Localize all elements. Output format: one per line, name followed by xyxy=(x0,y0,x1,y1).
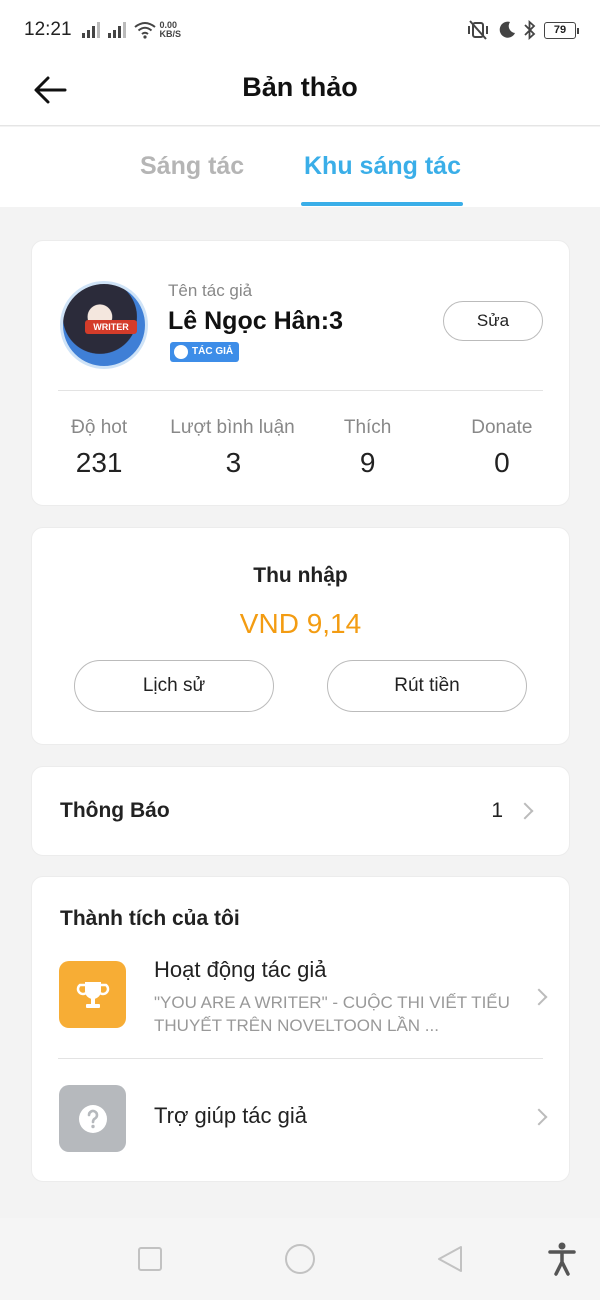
author-help-row[interactable]: Trợ giúp tác giả xyxy=(32,1073,569,1173)
divider xyxy=(58,390,543,391)
income-value: VND 9,14 xyxy=(239,608,362,639)
active-tab-indicator xyxy=(301,202,463,206)
tab-sang-tac[interactable]: Sáng tác xyxy=(140,152,244,181)
system-nav-bar xyxy=(0,1218,600,1300)
stat-value: 3 xyxy=(225,447,242,478)
history-button[interactable]: Lịch sử xyxy=(74,660,274,712)
withdraw-button[interactable]: Rút tiền xyxy=(327,660,527,712)
chevron-right-icon xyxy=(516,802,534,820)
recents-button[interactable] xyxy=(138,1247,162,1271)
avatar[interactable]: WRITER xyxy=(60,281,148,369)
chevron-right-icon xyxy=(530,988,548,1006)
profile-card: WRITER Tên tác giả Lê Ngọc Hân:3 TÁC GIẢ… xyxy=(31,240,570,506)
help-title: Trợ giúp tác giả xyxy=(154,1103,308,1128)
accessibility-icon[interactable] xyxy=(548,1242,576,1276)
net-speed-unit: KB/S xyxy=(159,29,182,39)
divider xyxy=(58,1058,543,1059)
signal-icon xyxy=(81,22,100,38)
signal-icon-2 xyxy=(107,22,126,38)
page-title: Bản thảo xyxy=(242,72,358,102)
achievements-card: Thành tích của tôi Hoạt động tác giả "YO… xyxy=(31,876,570,1182)
stat-label: Lượt bình luận : xyxy=(170,417,301,438)
stat-comments[interactable]: Lượt bình luận : 3 xyxy=(166,417,300,479)
stat-donate[interactable]: Donate 0 xyxy=(435,417,569,479)
net-speed: 0.00 KB/S xyxy=(160,21,182,39)
notice-row[interactable]: Thông Báo 1 xyxy=(31,766,570,856)
stat-value: 9 xyxy=(359,447,376,478)
author-activity-row[interactable]: Hoạt động tác giả "YOU ARE A WRITER" - C… xyxy=(32,947,569,1047)
stat-label: Thích xyxy=(343,417,392,438)
battery-icon: 79 xyxy=(544,21,579,39)
question-icon xyxy=(59,1085,126,1152)
trophy-icon xyxy=(59,961,126,1028)
home-button[interactable] xyxy=(285,1244,315,1274)
author-label: Tên tác giả xyxy=(168,281,253,300)
activity-title: Hoạt động tác giả xyxy=(154,957,327,982)
moon-icon xyxy=(499,21,515,38)
back-triangle-icon[interactable] xyxy=(436,1244,464,1274)
app-header: Bản thảo xyxy=(0,60,600,126)
stat-hot[interactable]: Độ hot 231 xyxy=(32,417,166,479)
tab-bar: Sáng tác Khu sáng tác xyxy=(0,127,600,207)
stats-row: Độ hot 231 Lượt bình luận : 3 Thích 9 Do… xyxy=(32,417,569,479)
avatar-badge: WRITER xyxy=(85,320,137,334)
wifi-icon xyxy=(133,22,156,39)
stat-value: 231 xyxy=(75,447,123,478)
income-title: Thu nhập xyxy=(253,564,348,587)
chevron-right-icon xyxy=(530,1108,548,1126)
author-tag-badge: TÁC GIẢ xyxy=(170,342,240,362)
notice-title: Thông Báo xyxy=(60,799,170,822)
author-name: Lê Ngọc Hân:3 xyxy=(168,307,344,335)
tab-khu-sang-tac[interactable]: Khu sáng tác xyxy=(304,152,461,181)
status-time: 12:21 xyxy=(24,19,72,40)
stat-label: Donate xyxy=(471,417,533,438)
status-bar: 12:21 0.00 KB/S 79 xyxy=(0,0,600,60)
stat-label: Độ hot xyxy=(71,417,128,438)
bluetooth-icon xyxy=(524,20,536,40)
edit-button[interactable]: Sửa xyxy=(443,301,543,341)
vibrate-off-icon xyxy=(468,20,488,40)
stat-likes[interactable]: Thích 9 xyxy=(301,417,435,479)
notice-count: 1 xyxy=(491,799,503,822)
battery-level: 79 xyxy=(553,24,567,36)
activity-subtitle: "YOU ARE A WRITER" - CUỘC THI VIẾT TIỂU … xyxy=(154,993,510,1035)
income-card: Thu nhập VND 9,14 Lịch sử Rút tiền xyxy=(31,527,570,745)
achievements-title: Thành tích của tôi xyxy=(60,907,240,930)
stat-value: 0 xyxy=(494,447,510,478)
